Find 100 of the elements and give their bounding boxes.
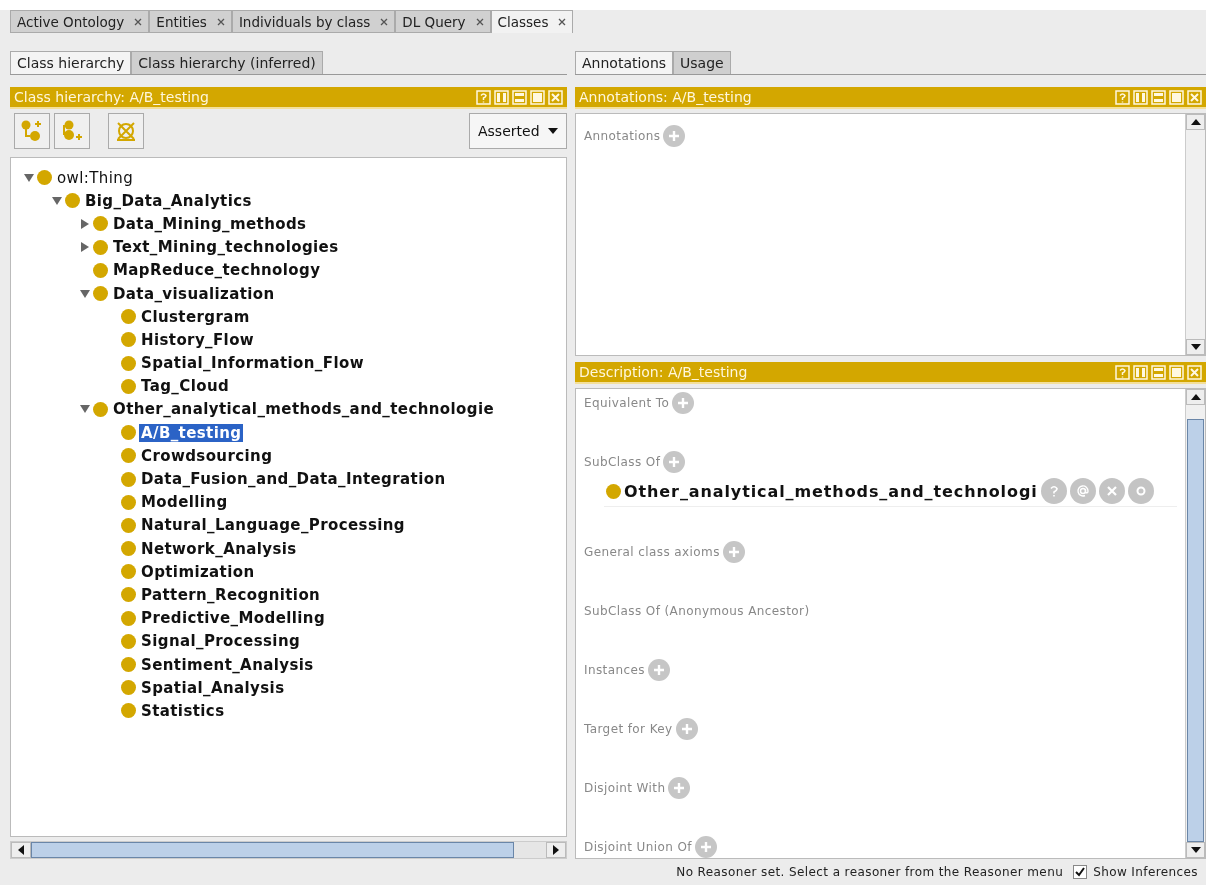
class-item[interactable]: Spatial_Information_Flow xyxy=(139,354,366,373)
class-item[interactable]: Network_Analysis xyxy=(139,539,299,558)
class-item[interactable]: Data_visualization xyxy=(111,284,277,303)
split-horizontal-icon[interactable] xyxy=(512,89,527,105)
section-label: General class axioms xyxy=(584,545,720,559)
checkbox[interactable] xyxy=(1073,865,1088,879)
add-button[interactable] xyxy=(672,392,695,414)
up-arrow-icon xyxy=(1190,394,1201,400)
class-bullet-icon xyxy=(121,425,136,441)
plus-icon xyxy=(668,130,681,142)
down-arrow-icon xyxy=(1190,344,1201,350)
edit-button[interactable] xyxy=(1127,478,1154,504)
ring-icon xyxy=(1134,485,1147,497)
delete-class-button[interactable] xyxy=(108,113,144,149)
class-bullet-icon xyxy=(121,564,136,580)
workspace-tab[interactable]: DL Query xyxy=(395,10,491,33)
add-button[interactable] xyxy=(663,125,686,147)
view-tab[interactable]: Class hierarchy xyxy=(10,51,132,74)
add-button[interactable] xyxy=(668,777,691,799)
expanded-triangle-icon[interactable] xyxy=(79,287,91,300)
add-button[interactable] xyxy=(647,659,670,681)
left-arrow-icon xyxy=(18,845,24,855)
class-bullet-icon xyxy=(65,193,80,209)
status-message: No Reasoner set. Select a reasoner from the Reasoner menu xyxy=(676,865,1064,879)
collapsed-triangle-icon[interactable] xyxy=(79,241,91,254)
class-item[interactable]: Crowdsourcing xyxy=(139,446,275,465)
split-horizontal-icon[interactable] xyxy=(1151,89,1166,105)
vertical-scrollbar[interactable] xyxy=(1185,389,1205,858)
class-item[interactable]: Tag_Cloud xyxy=(139,377,232,396)
view-tab[interactable]: Usage xyxy=(673,51,731,74)
class-item[interactable]: Statistics xyxy=(139,701,227,720)
split-vertical-icon[interactable] xyxy=(1133,364,1148,380)
view-tab[interactable]: Class hierarchy (inferred) xyxy=(131,51,323,74)
section-label: Disjoint With xyxy=(584,781,666,795)
checkbox-label: Show Inferences xyxy=(1093,865,1198,879)
add-button[interactable] xyxy=(694,836,717,858)
superclass-name: Other_analytical_methods_and_technologi xyxy=(624,481,1038,501)
split-vertical-icon[interactable] xyxy=(494,89,509,105)
help-button[interactable] xyxy=(1040,478,1067,504)
add-button[interactable] xyxy=(675,718,698,740)
class-bullet-icon xyxy=(121,587,136,603)
question-icon xyxy=(1048,485,1059,497)
collapsed-triangle-icon[interactable] xyxy=(79,217,91,230)
class-bullet-icon xyxy=(121,309,136,325)
workspace-tab[interactable]: Classes xyxy=(490,10,574,33)
class-item[interactable]: Data_Fusion_and_Data_Integration xyxy=(139,470,448,489)
class-item[interactable]: Predictive_Modelling xyxy=(139,609,328,628)
vertical-scrollbar[interactable] xyxy=(1185,114,1205,355)
class-item[interactable]: Signal_Processing xyxy=(139,632,303,651)
class-item[interactable]: Pattern_Recognition xyxy=(139,585,323,604)
help-icon[interactable] xyxy=(476,89,491,105)
expanded-triangle-icon[interactable] xyxy=(51,194,63,207)
add-button[interactable] xyxy=(663,451,686,473)
class-item[interactable]: Big_Data_Analytics xyxy=(83,191,254,210)
maximize-icon[interactable] xyxy=(530,89,545,105)
section-label: SubClass Of xyxy=(584,455,661,469)
plus-icon xyxy=(727,546,740,558)
class-item[interactable]: Data_Mining_methods xyxy=(111,214,309,233)
close-icon xyxy=(1105,485,1118,497)
delete-button[interactable] xyxy=(1098,478,1125,504)
add-sibling-icon xyxy=(60,119,84,143)
plus-icon xyxy=(668,456,681,468)
class-item[interactable]: Sentiment_Analysis xyxy=(139,655,316,674)
hierarchy-dropdown[interactable]: Asserted xyxy=(469,113,567,149)
class-item[interactable]: Text_Mining_technologies xyxy=(111,238,341,257)
down-arrow-icon xyxy=(1190,847,1201,853)
view-title: Description: A/B_testing xyxy=(579,364,748,380)
section-label: Instances xyxy=(584,663,645,677)
view-tab[interactable]: Annotations xyxy=(575,51,674,74)
class-item[interactable]: Other_analytical_methods_and_technologie xyxy=(111,400,497,419)
maximize-icon[interactable] xyxy=(1169,364,1184,380)
split-vertical-icon[interactable] xyxy=(1133,89,1148,105)
plus-icon xyxy=(677,397,690,409)
class-bullet-icon xyxy=(93,239,108,255)
class-item[interactable]: Clustergram xyxy=(139,307,252,326)
annotate-button[interactable] xyxy=(1069,478,1096,504)
horizontal-scrollbar[interactable] xyxy=(10,841,567,859)
class-bullet-icon xyxy=(121,332,136,348)
view-title: Annotations: A/B_testing xyxy=(579,89,752,105)
workspace-tab[interactable]: Entities xyxy=(149,10,232,33)
help-icon[interactable] xyxy=(1115,364,1130,380)
class-item[interactable]: owl:Thing xyxy=(55,168,136,187)
add-button[interactable] xyxy=(722,541,745,563)
expanded-triangle-icon[interactable] xyxy=(23,171,35,184)
class-item[interactable]: Spatial_Analysis xyxy=(139,678,287,697)
split-horizontal-icon[interactable] xyxy=(1151,364,1166,380)
plus-icon xyxy=(699,841,712,853)
help-icon[interactable] xyxy=(1115,89,1130,105)
class-item[interactable]: Optimization xyxy=(139,562,257,581)
class-item[interactable]: A/B_testing xyxy=(139,423,244,442)
workspace-tab[interactable]: Individuals by class xyxy=(231,10,396,33)
class-bullet-icon xyxy=(93,216,108,232)
class-item[interactable]: Modelling xyxy=(139,493,230,512)
class-item[interactable]: MapReduce_technology xyxy=(111,261,323,280)
add-subclass-button[interactable] xyxy=(14,113,50,149)
class-item[interactable]: Natural_Language_Processing xyxy=(139,516,407,535)
class-item[interactable]: History_Flow xyxy=(139,330,257,349)
maximize-icon[interactable] xyxy=(1169,89,1184,105)
workspace-tab[interactable]: Active Ontology xyxy=(10,10,150,33)
add-sibling-button[interactable] xyxy=(54,113,90,149)
